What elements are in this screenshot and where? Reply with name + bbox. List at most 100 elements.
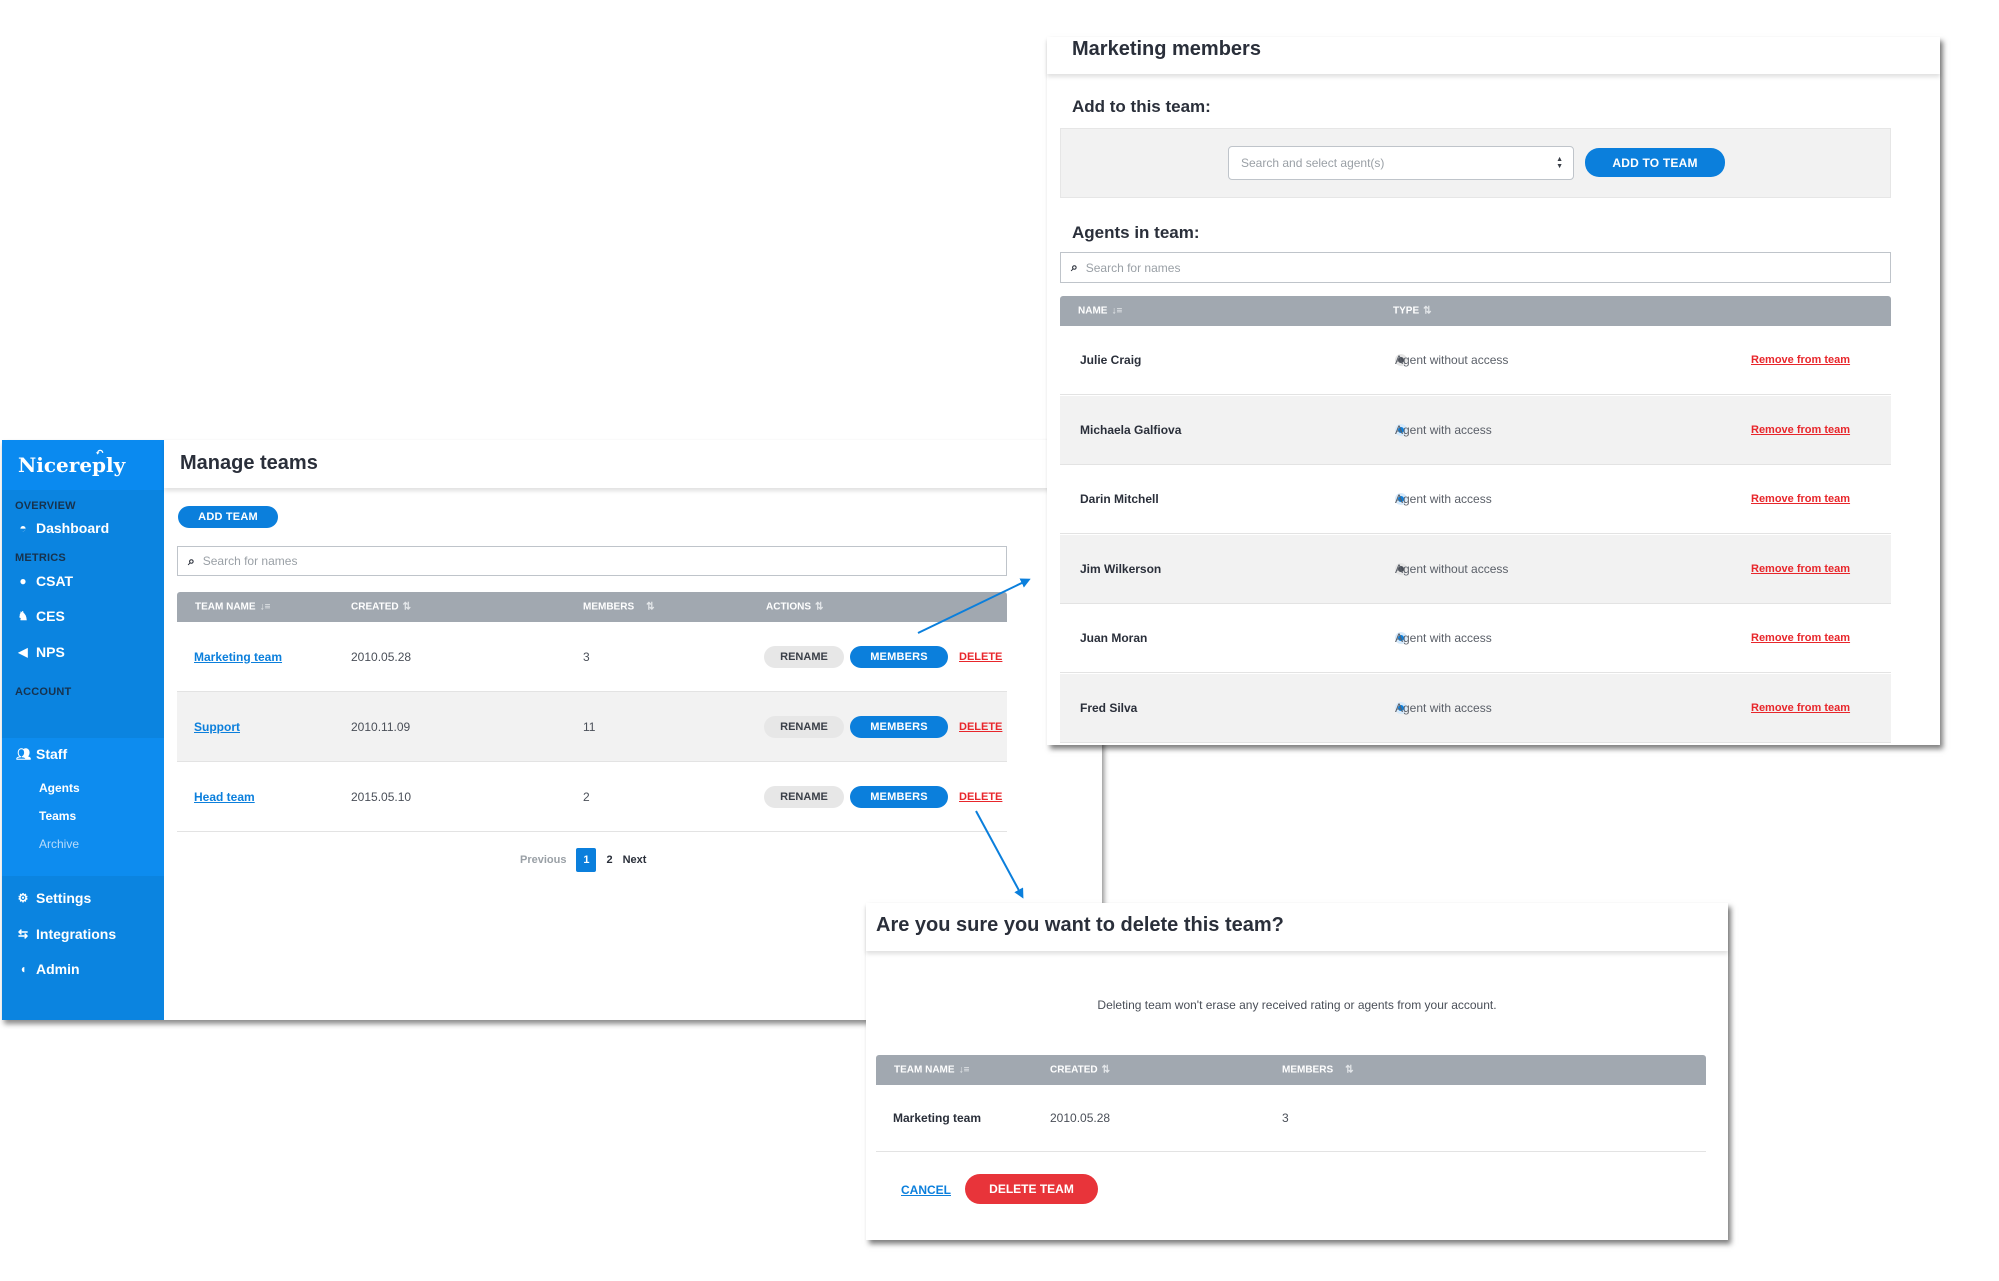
agent-search-input[interactable]: ⌕ Search for names <box>1060 252 1891 283</box>
agent-name: Juan Moran <box>1080 631 1148 645</box>
sidebar-subitem-archive[interactable]: Archive <box>39 837 79 851</box>
members-button[interactable]: MEMBERS <box>850 785 948 808</box>
members-header: Marketing members <box>1047 37 1940 74</box>
cancel-button[interactable]: CANCEL <box>901 1183 951 1197</box>
members-button[interactable]: MEMBERS <box>850 715 948 738</box>
sort-icon: ⇅ <box>1101 1064 1110 1076</box>
search-placeholder: Search for names <box>1085 260 1181 275</box>
column-header-name[interactable]: NAME ↓≡ <box>1078 306 1122 317</box>
remove-from-team-link[interactable]: Remove from team <box>1751 424 1850 436</box>
dialog-table-row: Marketing team 2010.05.28 3 <box>876 1085 1706 1152</box>
teams-table-header: TEAM NAME ↓≡ CREATED ⇅ MEMBERS ⇅ ACTIONS ⇅ <box>177 592 1007 622</box>
column-header-created: CREATED ⇅ <box>1050 1064 1110 1076</box>
column-header-actions[interactable]: ACTIONS ⇅ <box>766 602 823 613</box>
sort-icon: ⇅ <box>646 601 655 613</box>
agent-name: Fred Silva <box>1080 700 1138 715</box>
remove-from-team-link[interactable]: Remove from team <box>1751 493 1850 505</box>
megaphone-icon: ◀ <box>18 645 28 659</box>
page-1-button[interactable]: 1 <box>576 848 597 872</box>
agent-type-label: Agent with access <box>1395 700 1492 715</box>
sidebar-subitem-agents[interactable]: Agents <box>39 781 80 795</box>
agent-row: Julie Craig Agent without access Remove … <box>1060 326 1891 395</box>
column-header-created[interactable]: CREATED ⇅ <box>351 602 411 613</box>
sort-asc-icon: ↓≡ <box>259 601 271 613</box>
sidebar-item-ces[interactable]: ♞ CES <box>16 608 65 624</box>
team-row: Support 2010.11.09 11 RENAME MEMBERS DEL… <box>177 692 1007 762</box>
sort-icon: ⇅ <box>402 601 411 613</box>
sidebar-item-label: Integrations <box>36 926 117 942</box>
gears-icon: ⚙ <box>17 891 29 905</box>
team-name-link[interactable]: Support <box>194 720 240 734</box>
effort-icon: ♞ <box>17 609 29 623</box>
sort-asc-icon: ↓≡ <box>1111 305 1123 317</box>
agents-in-team-heading: Agents in team: <box>1072 223 1200 242</box>
sidebar-item-nps[interactable]: ◀ NPS <box>16 644 64 660</box>
members-button[interactable]: MEMBERS <box>850 645 948 668</box>
next-page-button[interactable]: Next <box>623 854 647 866</box>
logo[interactable]: Nicereply ↶ <box>2 440 164 490</box>
team-row: Marketing team 2010.05.28 3 RENAME MEMBE… <box>177 622 1007 692</box>
select-placeholder: Search and select agent(s) <box>1241 156 1385 170</box>
team-created: 2010.05.28 <box>351 649 412 664</box>
add-to-team-button[interactable]: ADD TO TEAM <box>1585 148 1725 177</box>
sidebar: Nicereply ↶ OVERVIEW ◓ Dashboard METRICS… <box>2 440 164 1020</box>
sidebar-item-admin[interactable]: ◖ Admin <box>16 961 80 977</box>
section-overview: OVERVIEW <box>15 500 76 512</box>
sidebar-item-csat[interactable]: ● CSAT <box>16 573 73 589</box>
team-name-link[interactable]: Head team <box>194 790 255 804</box>
search-icon: ⌕ <box>1071 260 1078 274</box>
dialog-title: Are you sure you want to delete this tea… <box>876 914 1284 936</box>
team-members-panel: Marketing members Add to this team: Sear… <box>1047 37 1940 745</box>
agent-type-label: Agent without access <box>1395 353 1509 367</box>
team-members-count: 2 <box>583 789 590 804</box>
sidebar-item-settings[interactable]: ⚙ Settings <box>16 890 92 906</box>
sidebar-item-label: CSAT <box>36 573 74 589</box>
agent-type-label: Agent without access <box>1395 561 1509 576</box>
agent-type-label: Agent with access <box>1395 422 1492 437</box>
remove-from-team-link[interactable]: Remove from team <box>1751 563 1850 575</box>
team-name-link[interactable]: Marketing team <box>194 650 282 664</box>
delete-link[interactable]: DELETE <box>959 791 1002 803</box>
speech-bubble-icon: ● <box>19 574 27 588</box>
dialog-note: Deleting team won't erase any received r… <box>1097 998 1497 1012</box>
column-header-team-name[interactable]: TEAM NAME ↓≡ <box>195 602 270 613</box>
agent-name: Julie Craig <box>1080 353 1142 367</box>
panel-title: Marketing members <box>1072 38 1261 60</box>
remove-from-team-link[interactable]: Remove from team <box>1751 632 1850 644</box>
team-search-input[interactable]: ⌕ Search for names <box>177 546 1007 576</box>
rename-button[interactable]: RENAME <box>764 645 844 668</box>
agents-table-header: NAME ↓≡ TYPE ⇅ <box>1060 296 1891 326</box>
agent-select-dropdown[interactable]: Search and select agent(s) ▲ ▼ <box>1228 146 1574 180</box>
sidebar-item-dashboard[interactable]: ◓ Dashboard <box>16 520 109 536</box>
team-members-count: 11 <box>583 719 596 734</box>
remove-from-team-link[interactable]: Remove from team <box>1751 354 1850 366</box>
delete-link[interactable]: DELETE <box>959 651 1002 663</box>
agent-name: Jim Wilkerson <box>1080 561 1162 576</box>
agent-name: Darin Mitchell <box>1080 492 1159 506</box>
delete-team-button[interactable]: DELETE TEAM <box>965 1174 1098 1204</box>
sidebar-item-integrations[interactable]: ⇆ Integrations <box>16 926 116 942</box>
team-created: 2010.05.28 <box>1050 1111 1111 1125</box>
sidebar-item-label: Settings <box>36 890 92 906</box>
sidebar-subitem-teams[interactable]: Teams <box>39 809 76 823</box>
rename-button[interactable]: RENAME <box>764 785 844 808</box>
sidebar-item-staff[interactable]: 👥︎ Staff <box>16 746 67 762</box>
team-row: Head team 2015.05.10 2 RENAME MEMBERS DE… <box>177 762 1007 832</box>
sort-icon: ⇅ <box>1345 1064 1354 1076</box>
pacman-icon: ◖ <box>19 962 27 976</box>
delete-link[interactable]: DELETE <box>959 721 1002 733</box>
section-metrics: METRICS <box>15 552 66 564</box>
previous-page-button[interactable]: Previous <box>520 854 566 866</box>
sidebar-item-label: Staff <box>36 746 68 762</box>
sidebar-item-label: Admin <box>36 961 80 977</box>
column-header-members[interactable]: MEMBERS ⇅ <box>583 602 655 613</box>
team-created: 2015.05.10 <box>351 789 412 804</box>
page-2-button[interactable]: 2 <box>606 854 612 866</box>
column-header-type[interactable]: TYPE ⇅ <box>1393 306 1432 317</box>
page-title: Manage teams <box>180 452 318 474</box>
team-members-count: 3 <box>1282 1111 1289 1125</box>
rename-button[interactable]: RENAME <box>764 715 844 738</box>
add-team-button[interactable]: ADD TEAM <box>178 506 278 528</box>
remove-from-team-link[interactable]: Remove from team <box>1751 702 1850 714</box>
agent-type-label: Agent with access <box>1395 492 1492 506</box>
